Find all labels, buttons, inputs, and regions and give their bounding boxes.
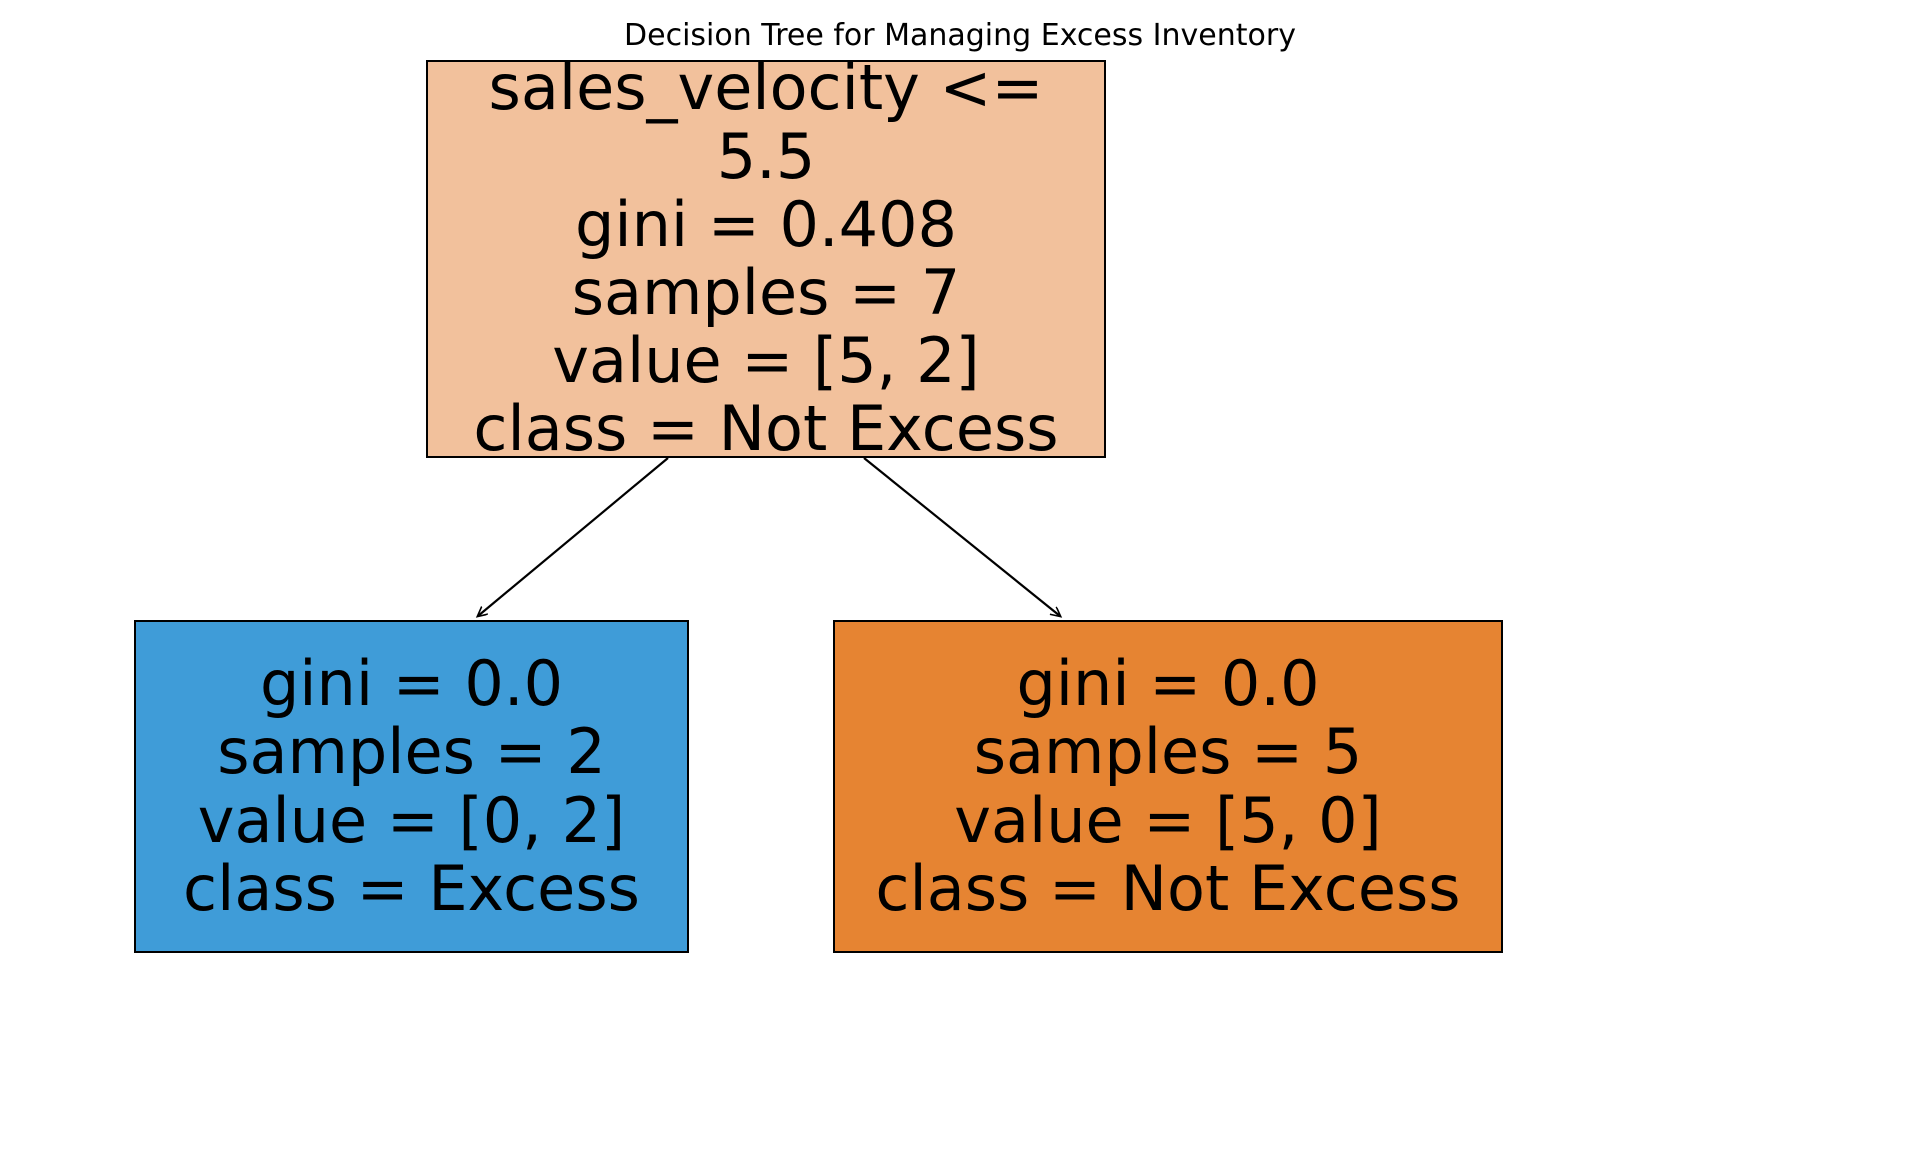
tree-node-left-leaf: gini = 0.0 samples = 2 value = [0, 2] cl… <box>134 620 689 953</box>
tree-node-root: sales_velocity <= 5.5 gini = 0.408 sampl… <box>426 60 1106 458</box>
node-gini: gini = 0.0 <box>1016 650 1319 718</box>
node-class: class = Not Excess <box>875 855 1460 923</box>
diagram-title: Decision Tree for Managing Excess Invent… <box>0 18 1920 53</box>
node-samples: samples = 5 <box>974 718 1363 786</box>
decision-tree-diagram: Decision Tree for Managing Excess Invent… <box>0 0 1920 1171</box>
node-gini: gini = 0.408 <box>575 191 957 259</box>
node-class: class = Not Excess <box>473 395 1058 463</box>
node-value: value = [5, 2] <box>552 327 979 395</box>
node-samples: samples = 7 <box>572 259 961 327</box>
node-value: value = [5, 0] <box>954 787 1381 855</box>
node-class: class = Excess <box>183 855 640 923</box>
node-samples: samples = 2 <box>217 718 606 786</box>
node-gini: gini = 0.0 <box>260 650 563 718</box>
node-value: value = [0, 2] <box>198 787 625 855</box>
node-condition: sales_velocity <= 5.5 <box>448 54 1084 190</box>
tree-node-right-leaf: gini = 0.0 samples = 5 value = [5, 0] cl… <box>833 620 1503 953</box>
